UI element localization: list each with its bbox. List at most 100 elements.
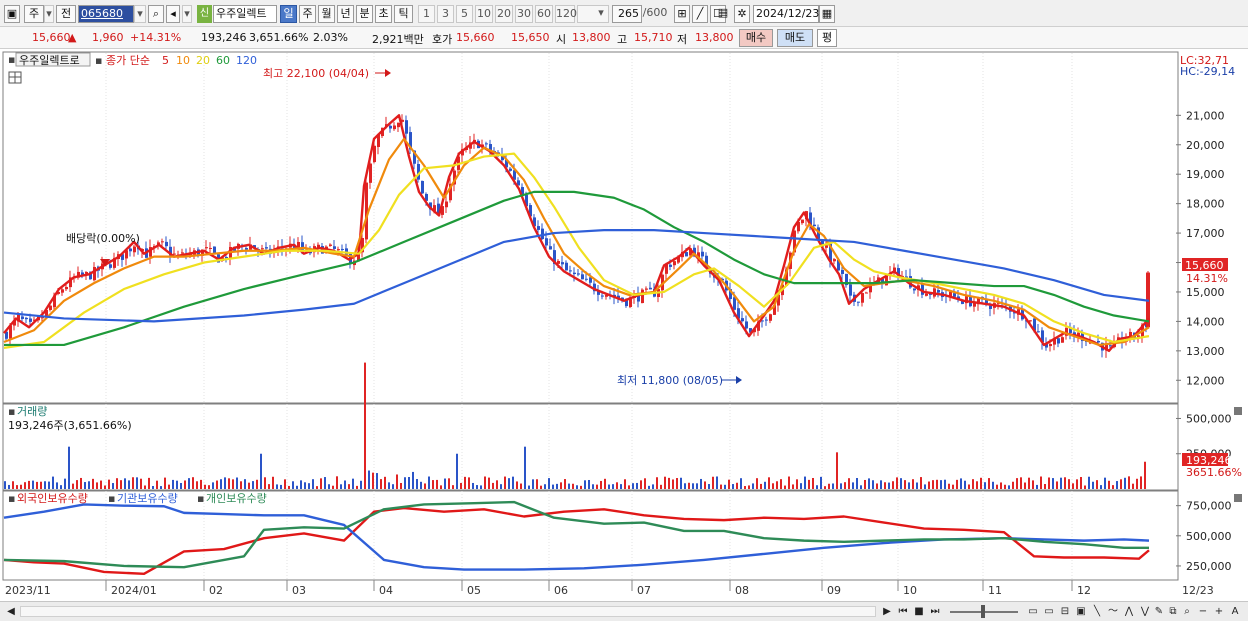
stock-chart[interactable]: 21,00020,00019,00018,00017,00016,00015,0… — [0, 50, 1248, 601]
buy-button[interactable]: 매수 — [739, 29, 773, 47]
zoom-slider-handle[interactable] — [981, 605, 985, 618]
ma-legend-title[interactable]: 종가 단순 — [106, 54, 150, 67]
volume-bar — [752, 483, 754, 489]
gear-icon[interactable]: ✲ — [734, 5, 750, 23]
stop-icon[interactable]: ■ — [912, 604, 926, 619]
ma-legend-60[interactable]: 60 — [216, 54, 230, 67]
layout-icon-3[interactable]: ⊟ — [1058, 604, 1072, 619]
date-field[interactable]: 2024/12/23 — [753, 5, 819, 23]
volume-bar — [320, 478, 322, 489]
volume-bar — [628, 485, 630, 489]
sell-button[interactable]: 매도 — [777, 29, 813, 47]
trend-icon-3[interactable]: ⋀ — [1122, 604, 1136, 619]
scroll-right-icon[interactable]: ▶ — [880, 604, 894, 619]
period-month[interactable]: 월 — [318, 5, 335, 23]
bar-count-input[interactable]: 265 — [612, 5, 642, 23]
text-tool-icon[interactable]: A — [1228, 604, 1242, 619]
draw-tool-icon[interactable]: ╱ — [692, 5, 708, 23]
stock-name-field[interactable]: 우주일렉트 — [213, 5, 277, 23]
period-second[interactable]: 초 — [375, 5, 392, 23]
volume-bar — [108, 479, 110, 489]
trend-icon-1[interactable]: ╲ — [1090, 604, 1104, 619]
legend-institution[interactable]: 기관보유수량 — [117, 492, 178, 505]
volume-bar — [540, 485, 542, 489]
interval-120[interactable]: 120 — [555, 5, 577, 23]
volume-bar — [892, 481, 894, 489]
candle-body — [25, 317, 28, 320]
speaker-dropdown-icon[interactable]: ▾ — [182, 5, 192, 23]
interval-30[interactable]: 30 — [515, 5, 533, 23]
rewind-icon[interactable]: ⏮ — [896, 604, 910, 619]
interval-60[interactable]: 60 — [535, 5, 553, 23]
period-minute[interactable]: 분 — [356, 5, 373, 23]
chart-toolbar: ▣ 주 ▾ 전 065680 ▾ ⌕ ◂ ▾ 신 우주일렉트 일 주 월 년 분… — [0, 0, 1248, 27]
save-icon[interactable]: ▤ — [716, 5, 730, 23]
period-year[interactable]: 년 — [337, 5, 354, 23]
price-panel-title[interactable]: 우주일렉트로 — [19, 53, 80, 67]
market-select[interactable]: 주 — [24, 5, 44, 23]
settings-dot-icon[interactable]: ▪ — [8, 53, 15, 66]
ma-legend-20[interactable]: 20 — [196, 54, 210, 67]
forward-icon[interactable]: ⏭ — [928, 604, 942, 619]
scroll-left-icon[interactable]: ◀ — [4, 604, 18, 619]
volume-bar — [480, 485, 482, 489]
volume-bar — [168, 484, 170, 489]
volume-title[interactable]: 거래량 — [17, 405, 47, 418]
volume-bar — [272, 476, 274, 489]
chart-canvas[interactable]: 21,00020,00019,00018,00017,00016,00015,0… — [0, 50, 1248, 601]
speaker-icon[interactable]: ◂ — [166, 5, 180, 23]
volume-bar — [604, 478, 606, 489]
layout-icon-4[interactable]: ▣ — [1074, 604, 1088, 619]
legend-individual[interactable]: 개인보유수량 — [206, 492, 267, 505]
volume-bar — [56, 482, 58, 489]
candle-body — [857, 301, 860, 303]
zoom-in-icon[interactable]: + — [1212, 604, 1226, 619]
interval-3[interactable]: 3 — [437, 5, 454, 23]
market-dropdown-icon[interactable]: ▾ — [44, 5, 54, 23]
low-annotation: 최저 11,800 (08/05) — [617, 374, 723, 387]
prev-button[interactable]: 전 — [56, 5, 76, 23]
interval-1[interactable]: 1 — [418, 5, 435, 23]
candle-body — [405, 120, 408, 134]
trend-icon-2[interactable]: 〜 — [1106, 604, 1120, 619]
candle-body — [61, 289, 64, 293]
layout-icon-1[interactable]: ▭ — [1026, 604, 1040, 619]
custom-interval-dropdown-icon[interactable]: ▾ — [594, 5, 608, 23]
trend-icon-4[interactable]: ⋁ — [1138, 604, 1152, 619]
volume-bar — [240, 481, 242, 489]
interval-5[interactable]: 5 — [456, 5, 473, 23]
candle-body — [261, 248, 264, 250]
eval-button[interactable]: 평 — [817, 29, 837, 47]
interval-20[interactable]: 20 — [495, 5, 513, 23]
search-icon[interactable]: ⌕ — [148, 5, 164, 23]
ma-legend-120[interactable]: 120 — [236, 54, 257, 67]
volume-bar — [256, 479, 258, 489]
code-dropdown-icon[interactable]: ▾ — [134, 5, 146, 23]
ma-legend-5[interactable]: 5 — [162, 54, 169, 67]
price-panel — [2, 51, 1179, 404]
copy-icon[interactable]: ⧉ — [1166, 604, 1180, 619]
period-day[interactable]: 일 — [280, 5, 297, 23]
chart-settings-icon[interactable]: ✎ — [1152, 604, 1166, 619]
chart-scrollbar[interactable]: ◀ ▶ ⏮ ■ ⏭ ▭ ▭ ⊟ ▣ ╲ 〜 ⋀ ⋁ ✎ ⧉ ⌕ − + A — [0, 601, 1248, 621]
indicator-icon[interactable]: ⊞ — [674, 5, 690, 23]
stock-code-input[interactable]: 065680 — [78, 5, 134, 23]
volume-bar — [192, 477, 194, 489]
holdings-panel-close-icon[interactable] — [1234, 494, 1242, 502]
interval-10[interactable]: 10 — [475, 5, 493, 23]
trade-amount: 2,921백만 — [372, 33, 424, 46]
volume-bar — [196, 481, 198, 489]
ma-legend-10[interactable]: 10 — [176, 54, 190, 67]
period-tick[interactable]: 틱 — [394, 5, 413, 23]
window-menu-icon[interactable]: ▣ — [4, 5, 20, 23]
scroll-track[interactable] — [20, 606, 876, 617]
layout-icon-2[interactable]: ▭ — [1042, 604, 1056, 619]
period-week[interactable]: 주 — [299, 5, 316, 23]
zoom-out-icon[interactable]: − — [1196, 604, 1210, 619]
zoom-icon[interactable]: ⌕ — [1180, 604, 1194, 619]
volume-bar — [336, 476, 338, 489]
legend-foreign[interactable]: 외국인보유수량 — [17, 492, 88, 505]
volume-panel-close-icon[interactable] — [1234, 407, 1242, 415]
volume-bar — [948, 483, 950, 489]
calendar-icon[interactable]: ▦ — [819, 5, 835, 23]
